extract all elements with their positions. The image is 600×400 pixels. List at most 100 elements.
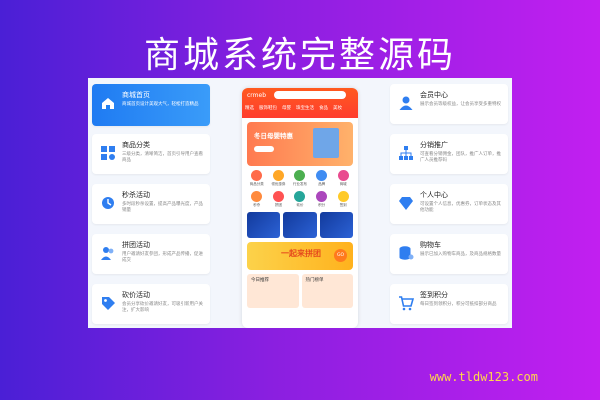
clock-icon (102, 197, 114, 209)
grid-item[interactable]: 秒杀 (246, 191, 268, 208)
card-home[interactable]: 商城首页 商城首页设计美观大气，轻松打造精品 (92, 84, 210, 126)
card-title: 分销推广 (420, 141, 448, 149)
recommend-label: 今日推荐 (251, 278, 269, 283)
phone-mockup: crmeb 精选 服饰鞋包 母婴 珠宝生活 食品 美妆 冬日母婴特惠 商品分类 … (242, 88, 358, 328)
card-title: 个人中心 (420, 191, 448, 199)
card-group[interactable]: 拼团活动 用户邀请好友参团，形成产品传播，促进成交 (92, 234, 210, 274)
card-category[interactable]: 商品分类 三级分类，清晰简洁，首页引导用户查看商品 (92, 134, 210, 174)
grid-item[interactable]: 领优惠券 (268, 170, 290, 187)
share-icon (399, 146, 413, 160)
card-desc: 可查看分销佣金，团队，推广人订单，推广人员推荐码 (420, 152, 501, 163)
card-checkin[interactable]: 签到积分 每日签到领积分，积分可抵扣部分商品 (390, 284, 508, 324)
checkin-icon (337, 191, 349, 202)
page-title: 商城系统完整源码 (143, 35, 456, 76)
grid-item[interactable]: 行业发布 (289, 170, 311, 187)
category-grid: 商品分类 领优惠券 行业发布 品牌 商城 秒杀 拼团 砍价 积分 签到 (242, 166, 358, 208)
go-button[interactable]: GO (334, 249, 347, 262)
hot-label: 热门榜单 (305, 278, 324, 283)
card-desc: 展示已加入购物车商品，及商品规格数量 (420, 252, 501, 257)
card-title: 秒杀活动 (122, 191, 150, 199)
card-title: 签到积分 (420, 291, 448, 299)
card-desc: 会员分享砍价邀请好友，可吸引新用户关注，扩大影响 (122, 302, 203, 313)
card-profile[interactable]: 个人中心 可设置个人信息，优惠券，订单状态及其他功能 (390, 184, 508, 224)
phone-tabs: 精选 服饰鞋包 母婴 珠宝生活 食品 美妆 (245, 105, 342, 111)
grid-label: 行业发布 (292, 182, 307, 186)
promo-card[interactable] (247, 212, 281, 238)
watermark: www.tldw123.com (429, 370, 538, 384)
pintuan-text: 一起来拼团 (281, 249, 321, 258)
card-desc: 展示会员等级权益，让会员享受多重特权 (420, 102, 501, 107)
grid-label: 砍价 (296, 203, 304, 207)
feature-panel: 商城首页 商城首页设计美观大气，轻松打造精品 商品分类 三级分类，清晰简洁，首页… (88, 78, 512, 328)
promo-card[interactable] (319, 212, 353, 238)
recommend-card[interactable]: 今日推荐 (247, 274, 299, 308)
search-input[interactable] (274, 91, 346, 99)
card-title: 商品分类 (122, 141, 150, 149)
news-icon (294, 170, 306, 181)
points-icon (316, 191, 328, 202)
shop-icon (337, 170, 349, 181)
database-icon (399, 246, 414, 260)
card-title: 商城首页 (122, 91, 150, 99)
tab-item[interactable]: 美妆 (333, 105, 342, 111)
tab-item[interactable]: 服饰鞋包 (259, 105, 277, 111)
banner-title: 冬日母婴特惠 (254, 132, 293, 140)
tag-icon (102, 297, 115, 310)
grid-label: 领优惠券 (271, 182, 286, 186)
group-icon (272, 191, 284, 202)
card-bargain[interactable]: 砍价活动 会员分享砍价邀请好友，可吸引新用户关注，扩大影响 (92, 284, 210, 324)
phone-header: crmeb 精选 服饰鞋包 母婴 珠宝生活 食品 美妆 (242, 88, 358, 118)
grid-icon (101, 146, 115, 160)
grid-item[interactable]: 商城 (332, 170, 354, 187)
category-icon (251, 170, 263, 181)
grid-label: 秒杀 (253, 203, 261, 207)
grid-label: 拼团 (274, 203, 282, 207)
card-title: 拼团活动 (122, 241, 150, 249)
bargain-icon (294, 191, 306, 202)
grid-item[interactable]: 品牌 (311, 170, 333, 187)
grid-label: 商品分类 (249, 182, 264, 186)
grid-label: 签到 (339, 203, 347, 207)
card-cart[interactable]: 购物车 展示已加入购物车商品，及商品规格数量 (390, 234, 508, 274)
grid-label: 商城 (339, 182, 347, 186)
pintuan-banner[interactable]: 一起来拼团 GO (247, 242, 353, 270)
card-desc: 商城首页设计美观大气，轻松打造精品 (122, 102, 199, 107)
users-icon (101, 247, 114, 260)
home-icon (102, 98, 114, 109)
card-title: 会员中心 (420, 91, 448, 99)
card-seckill[interactable]: 秒杀活动 多时段秒杀设置，提高产品曝光度，产品销量 (92, 184, 210, 224)
card-desc: 可设置个人信息，优惠券，订单状态及其他功能 (420, 202, 501, 213)
grid-item[interactable]: 商品分类 (246, 170, 268, 187)
grid-item[interactable]: 积分 (311, 191, 333, 208)
card-desc: 用户邀请好友参团，形成产品传播，促进成交 (122, 252, 203, 263)
user-icon (399, 96, 413, 110)
card-title: 砍价活动 (122, 291, 150, 299)
card-desc: 多时段秒杀设置，提高产品曝光度，产品销量 (122, 202, 203, 213)
tab-item[interactable]: 珠宝生活 (296, 105, 314, 111)
brand-icon (316, 170, 328, 181)
recommend-row: 今日推荐 热门榜单 (247, 274, 353, 308)
card-member[interactable]: 会员中心 展示会员等级权益，让会员享受多重特权 (390, 84, 508, 124)
brand-logo: crmeb (247, 92, 267, 99)
seckill-icon (251, 191, 263, 202)
card-title: 购物车 (420, 241, 441, 249)
grid-label: 积分 (318, 203, 326, 207)
grid-item[interactable]: 拼团 (268, 191, 290, 208)
card-desc: 三级分类，清晰简洁，首页引导用户查看商品 (122, 152, 203, 163)
coupon-icon (272, 170, 284, 181)
card-desc: 每日签到领积分，积分可抵扣部分商品 (420, 302, 497, 307)
cart-icon (399, 296, 414, 311)
grid-item[interactable]: 砍价 (289, 191, 311, 208)
tab-item[interactable]: 精选 (245, 105, 254, 111)
grid-item[interactable]: 签到 (332, 191, 354, 208)
promo-banner[interactable]: 冬日母婴特惠 (247, 122, 353, 166)
tab-item[interactable]: 食品 (319, 105, 328, 111)
banner-image (313, 128, 339, 158)
promo-card[interactable] (283, 212, 317, 238)
hot-card[interactable]: 热门榜单 (301, 274, 353, 308)
diamond-icon (399, 197, 413, 210)
banner-button[interactable] (254, 146, 274, 152)
tab-item[interactable]: 母婴 (282, 105, 291, 111)
card-distribution[interactable]: 分销推广 可查看分销佣金，团队，推广人订单，推广人员推荐码 (390, 134, 508, 174)
grid-label: 品牌 (318, 182, 326, 186)
